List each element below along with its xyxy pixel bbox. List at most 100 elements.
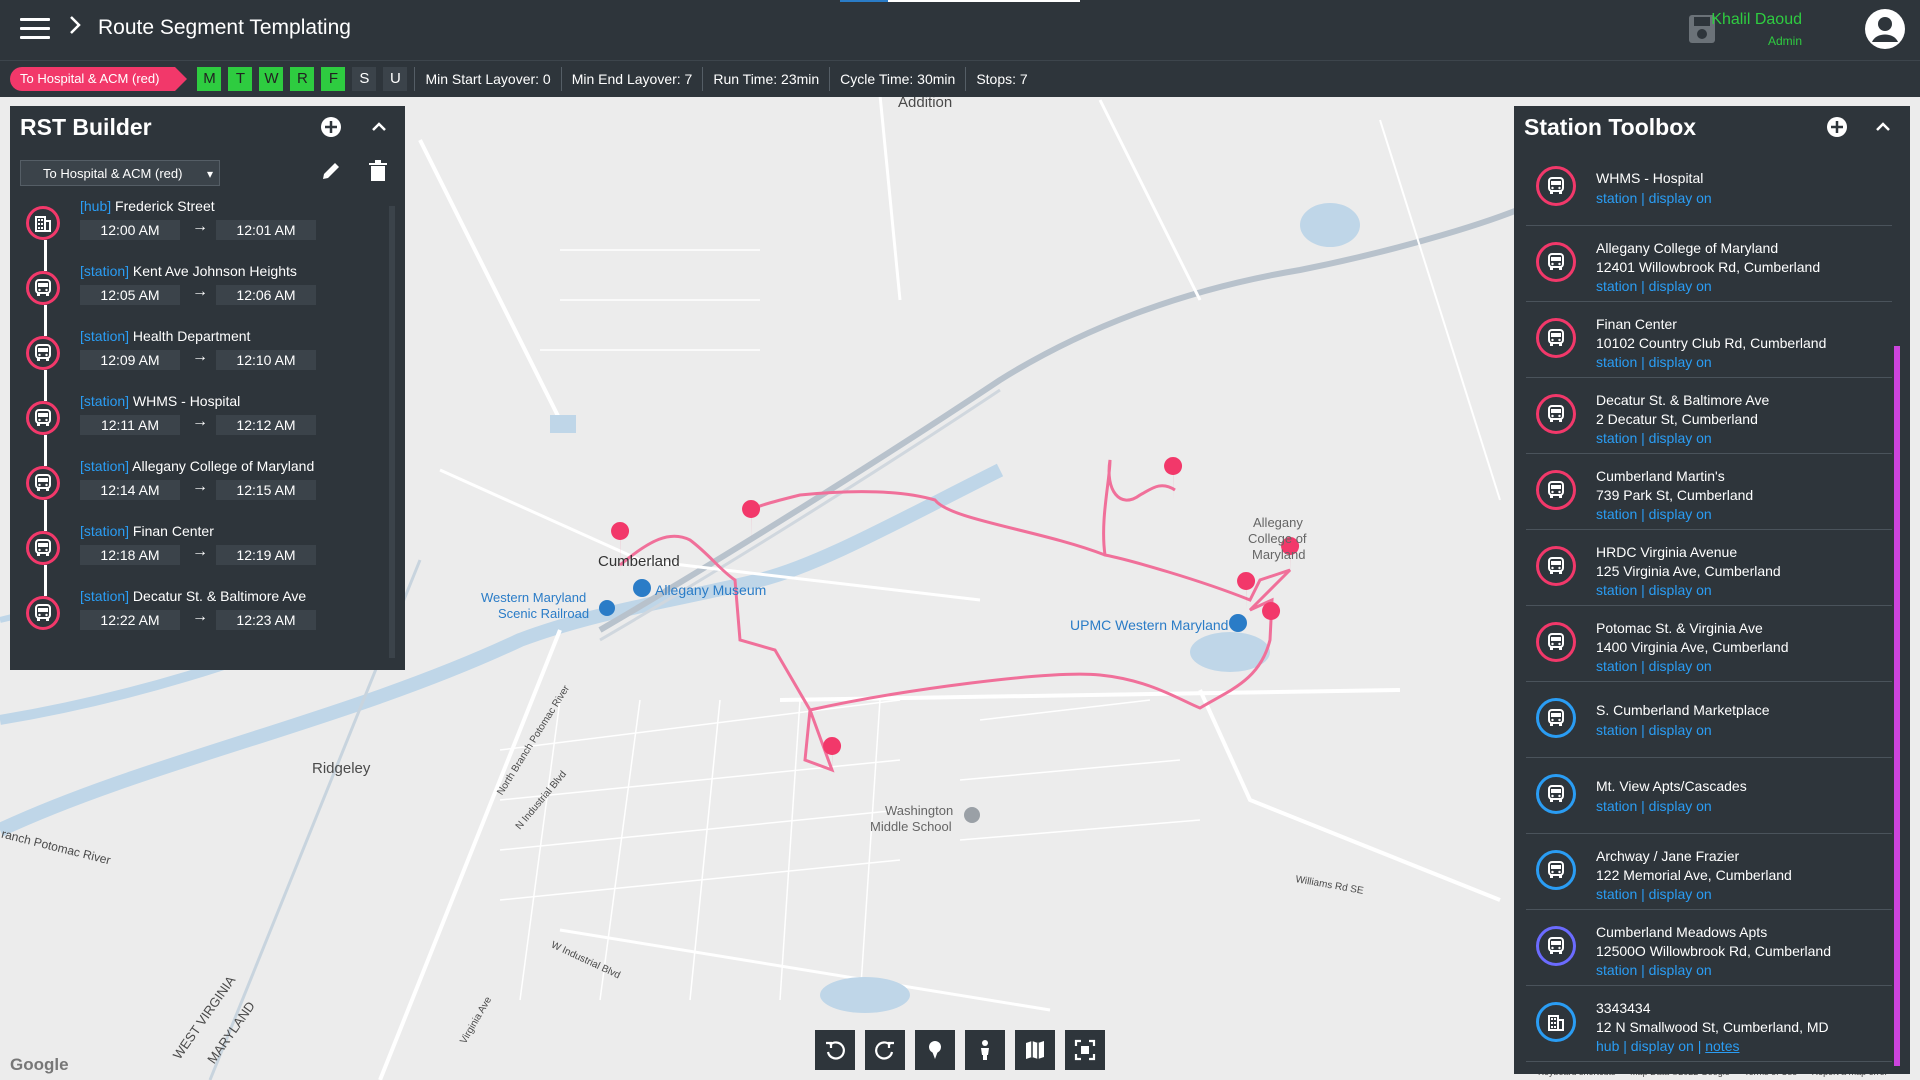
station-links[interactable]: station | display on <box>1596 722 1712 738</box>
arrive-time[interactable]: 12:22 AM <box>80 610 180 630</box>
rst-stop[interactable]: [station] Kent Ave Johnson Heights 12:05 … <box>10 263 390 336</box>
collapse-chevron-up-icon[interactable] <box>368 116 390 138</box>
rst-stop-name: [station] Allegany College of Maryland <box>80 458 314 474</box>
google-logo: Google <box>10 1055 69 1074</box>
arrive-time[interactable]: 12:11 AM <box>80 415 180 435</box>
stops-count: Stops: 7 <box>965 67 1037 91</box>
arrive-time[interactable]: 12:05 AM <box>80 285 180 305</box>
station-item[interactable]: Cumberland Meadows Apts 12500O Willowbroo… <box>1526 910 1894 986</box>
add-circle-icon[interactable] <box>1826 116 1848 138</box>
day-toggle-u[interactable]: U <box>383 67 408 91</box>
route-badge[interactable]: To Hospital & ACM (red) <box>10 67 188 91</box>
station-links-text[interactable]: station | display on <box>1596 506 1712 522</box>
station-address: 739 Park St, Cumberland <box>1596 487 1754 503</box>
add-circle-icon[interactable] <box>320 116 342 138</box>
bus-icon <box>1536 394 1576 434</box>
station-item[interactable]: Finan Center 10102 Country Club Rd, Cumbe… <box>1526 302 1894 378</box>
station-item[interactable]: HRDC Virginia Avenue 125 Virginia Ave, Cu… <box>1526 530 1894 606</box>
day-toggle-t[interactable]: T <box>228 67 253 91</box>
bus-icon <box>1536 470 1576 510</box>
depart-time[interactable]: 12:23 AM <box>216 610 316 630</box>
rotate-left-icon[interactable] <box>815 1030 855 1070</box>
station-links-text[interactable]: station | display on <box>1596 582 1712 598</box>
day-toggle-m[interactable]: M <box>197 67 222 91</box>
station-links[interactable]: station | display on <box>1596 354 1712 370</box>
rst-stop[interactable]: [station] Decatur St. & Baltimore Ave 12:… <box>10 588 390 657</box>
station-item[interactable]: Potomac St. & Virginia Ave 1400 Virginia … <box>1526 606 1894 682</box>
delete-icon[interactable] <box>368 160 388 182</box>
station-links-text[interactable]: station | display on <box>1596 798 1712 814</box>
day-toggle-w[interactable]: W <box>259 67 284 91</box>
station-address: 2 Decatur St, Cumberland <box>1596 411 1758 427</box>
day-toggle-r[interactable]: R <box>290 67 315 91</box>
avatar-icon[interactable] <box>1864 8 1906 50</box>
route-select[interactable]: To Hospital & ACM (red) ▾ <box>20 160 220 186</box>
rst-scrollbar[interactable] <box>389 206 395 658</box>
notes-link[interactable]: notes <box>1705 1038 1739 1054</box>
arrow-right-icon: → <box>192 608 208 625</box>
depart-time[interactable]: 12:19 AM <box>216 545 316 565</box>
bus-icon <box>26 401 60 435</box>
station-item[interactable]: Mt. View Apts/Cascades station | display … <box>1526 758 1894 834</box>
day-toggle-s[interactable]: S <box>352 67 377 91</box>
page-title: Route Segment Templating <box>98 16 351 39</box>
map-label-upmc: UPMC Western Maryland <box>1070 617 1229 633</box>
arrive-time[interactable]: 12:14 AM <box>80 480 180 500</box>
depart-time[interactable]: 12:12 AM <box>216 415 316 435</box>
station-links-text[interactable]: station | display on <box>1596 886 1712 902</box>
station-links[interactable]: station | display on <box>1596 430 1712 446</box>
arrive-time[interactable]: 12:00 AM <box>80 220 180 240</box>
station-links-text[interactable]: station | display on <box>1596 278 1712 294</box>
station-item[interactable]: 3343434 12 N Smallwood St, Cumberland, MD… <box>1526 986 1894 1062</box>
station-links-text[interactable]: station | display on <box>1596 190 1712 206</box>
map-label-scenic-railroad: Scenic Railroad <box>498 606 590 621</box>
arrive-time[interactable]: 12:09 AM <box>80 350 180 370</box>
rst-stop[interactable]: [station] Allegany College of Maryland 12… <box>10 458 390 531</box>
station-item[interactable]: Decatur St. & Baltimore Ave 2 Decatur St,… <box>1526 378 1894 454</box>
station-links[interactable]: station | display on <box>1596 582 1712 598</box>
station-item[interactable]: Allegany College of Maryland 12401 Willow… <box>1526 226 1894 302</box>
rst-stop[interactable]: [station] WHMS - Hospital 12:11 AM → 12:12 … <box>10 393 390 466</box>
cycle-time: Cycle Time: 30min <box>829 67 965 91</box>
day-selector: M T W R F S U <box>197 67 414 91</box>
station-links[interactable]: station | display on <box>1596 962 1712 978</box>
station-item[interactable]: S. Cumberland Marketplace station | displ… <box>1526 682 1894 758</box>
arrive-time[interactable]: 12:18 AM <box>80 545 180 565</box>
station-links[interactable]: station | display on <box>1596 278 1712 294</box>
depart-time[interactable]: 12:10 AM <box>216 350 316 370</box>
station-links-text[interactable]: station | display on <box>1596 658 1712 674</box>
station-links[interactable]: hub | display on | notes <box>1596 1038 1739 1054</box>
station-links[interactable]: station | display on <box>1596 190 1712 206</box>
toolbox-scrollbar-thumb[interactable] <box>1894 346 1900 1066</box>
station-links-text[interactable]: station | display on <box>1596 430 1712 446</box>
person-icon[interactable] <box>965 1030 1005 1070</box>
depart-time[interactable]: 12:06 AM <box>216 285 316 305</box>
arrow-right-icon: → <box>192 283 208 300</box>
rst-stop[interactable]: [hub] Frederick Street 12:00 AM → 12:01 AM <box>10 198 390 271</box>
station-item[interactable]: Archway / Jane Frazier 122 Memorial Ave, … <box>1526 834 1894 910</box>
fit-bounds-icon[interactable] <box>1065 1030 1105 1070</box>
arrow-right-icon: → <box>192 413 208 430</box>
station-item[interactable]: WHMS - Hospital station | display on <box>1526 150 1894 226</box>
station-links-text[interactable]: hub | display on | <box>1596 1038 1705 1054</box>
day-toggle-f[interactable]: F <box>321 67 346 91</box>
station-links[interactable]: station | display on <box>1596 506 1712 522</box>
rst-stop[interactable]: [station] Finan Center 12:18 AM → 12:19 AM <box>10 523 390 596</box>
edit-icon[interactable] <box>320 160 342 182</box>
bus-icon <box>26 531 60 565</box>
depart-time[interactable]: 12:15 AM <box>216 480 316 500</box>
map-icon[interactable] <box>1015 1030 1055 1070</box>
station-links-text[interactable]: station | display on <box>1596 722 1712 738</box>
station-links[interactable]: station | display on <box>1596 658 1712 674</box>
rst-stop[interactable]: [station] Health Department 12:09 AM → 12:1… <box>10 328 390 401</box>
station-links-text[interactable]: station | display on <box>1596 354 1712 370</box>
menu-icon[interactable] <box>20 18 50 42</box>
station-links-text[interactable]: station | display on <box>1596 962 1712 978</box>
rotate-right-icon[interactable] <box>865 1030 905 1070</box>
station-links[interactable]: station | display on <box>1596 886 1712 902</box>
station-links[interactable]: station | display on <box>1596 798 1712 814</box>
depart-time[interactable]: 12:01 AM <box>216 220 316 240</box>
marker-icon[interactable] <box>915 1030 955 1070</box>
station-item[interactable]: Cumberland Martin's 739 Park St, Cumberla… <box>1526 454 1894 530</box>
collapse-chevron-up-icon[interactable] <box>1872 116 1894 138</box>
